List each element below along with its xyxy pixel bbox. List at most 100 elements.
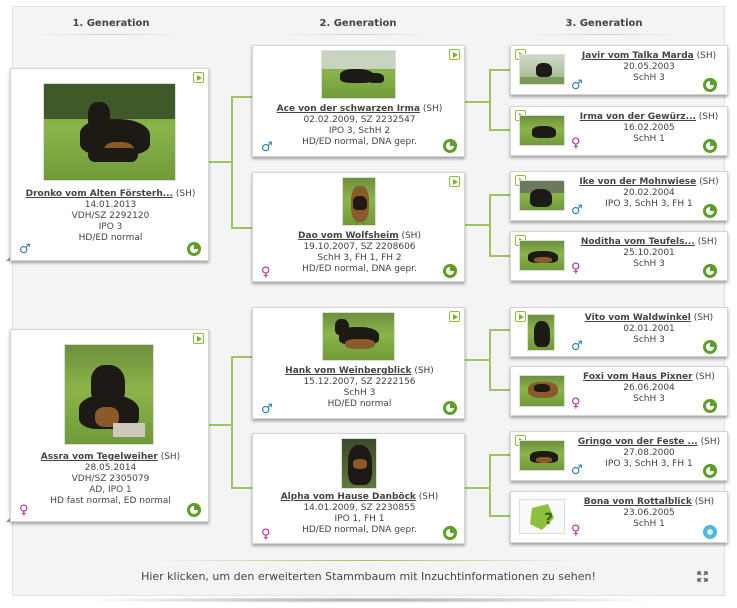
dog-name-link[interactable]: Alpha vom Hause Danböck <box>281 492 416 502</box>
dog-name-link[interactable]: Dao vom Wolfsheim <box>298 231 399 241</box>
card-corner <box>6 257 10 261</box>
male-symbol-icon: ♂ <box>261 140 273 155</box>
dog-card-gen2-3[interactable]: Hank vom Weinbergblick (SH) 15.12.2007, … <box>252 307 465 419</box>
footer-separator <box>153 560 583 561</box>
registry-label: (SH) <box>698 112 719 122</box>
dog-card-gen3-8[interactable]: ? Bona vom Rottalblick (SH) 23.06.2005 S… <box>510 491 728 543</box>
female-symbol-icon: ♀ <box>571 136 581 151</box>
pedigree-icon[interactable] <box>703 399 717 413</box>
dog-photo[interactable] <box>519 54 565 85</box>
dog-photo[interactable] <box>322 312 395 361</box>
registry-label: (SH) <box>694 497 715 507</box>
registry-label: (SH) <box>697 237 718 247</box>
dog-photo[interactable] <box>64 344 154 445</box>
dog-name-link[interactable]: Ace von der schwarzen Irma <box>277 104 420 114</box>
registry-label: (SH) <box>693 313 714 323</box>
dog-name-link[interactable]: Ike von der Mohnwiese <box>579 177 696 187</box>
dog-photo[interactable] <box>321 50 396 99</box>
dog-birth-registration: 14.01.2009, SZ 2230855 <box>303 503 416 513</box>
pedigree-icon[interactable] <box>443 264 457 278</box>
no-photo-placeholder-icon[interactable]: ? <box>519 499 565 534</box>
dog-birth-registration: 02.02.2009, SZ 2232547 <box>303 115 416 125</box>
pedigree-info-icon[interactable] <box>703 525 717 539</box>
play-icon[interactable] <box>449 176 460 187</box>
play-icon[interactable] <box>449 311 460 322</box>
dog-card-gen2-4[interactable]: Alpha vom Hause Danböck (SH) 14.01.2009,… <box>252 433 465 544</box>
frame-shadow <box>70 597 667 603</box>
dog-name-link[interactable]: Foxi vom Haus Pixner <box>583 372 693 382</box>
dog-name-link[interactable]: Irma von der Gewürz... <box>580 112 696 122</box>
pedigree-icon[interactable] <box>443 401 457 415</box>
dog-card-gen3-5[interactable]: Vito vom Waldwinkel (SH) 02.01.2001 SchH… <box>510 307 728 357</box>
dog-photo[interactable] <box>527 314 555 351</box>
pedigree-icon[interactable] <box>703 340 717 354</box>
dog-card-gen3-4[interactable]: Noditha vom Teufels... (SH) 25.10.2001 S… <box>510 231 728 281</box>
dog-name-link[interactable]: Noditha vom Teufels... <box>581 237 695 247</box>
pedigree-icon[interactable] <box>703 264 717 278</box>
pedigree-icon[interactable] <box>703 139 717 153</box>
dog-birth-date: 02.01.2001 <box>623 324 675 334</box>
dog-photo[interactable] <box>43 83 176 181</box>
dog-name-link[interactable]: Bona vom Rottalblick <box>584 497 692 507</box>
dog-health: HD fast normal, ED normal <box>50 496 171 506</box>
male-symbol-icon: ♂ <box>19 242 31 257</box>
male-symbol-icon: ♂ <box>571 203 583 218</box>
dog-card-gen3-6[interactable]: Foxi vom Haus Pixner (SH) 26.06.2004 Sch… <box>510 366 728 416</box>
female-symbol-icon: ♀ <box>19 503 29 518</box>
card-corner <box>6 518 10 522</box>
dog-card-gen2-1[interactable]: Ace von der schwarzen Irma (SH) 02.02.20… <box>252 45 465 157</box>
male-symbol-icon: ♂ <box>571 339 583 354</box>
dog-titles: IPO 3 <box>98 222 123 232</box>
dog-birth-date: 20.05.2003 <box>623 62 675 72</box>
dog-photo[interactable] <box>519 115 565 146</box>
female-symbol-icon: ♀ <box>261 265 271 280</box>
dog-card-gen3-7[interactable]: Gringo von der Feste ... (SH) 27.08.2000… <box>510 431 728 481</box>
pedigree-icon[interactable] <box>703 464 717 478</box>
pedigree-icon[interactable] <box>703 204 717 218</box>
registry-label: (SH) <box>401 231 421 241</box>
female-symbol-icon: ♀ <box>571 523 581 538</box>
dog-photo[interactable] <box>519 240 565 271</box>
dog-name-link[interactable]: Javir vom Talka Marda <box>582 51 694 61</box>
play-icon[interactable] <box>193 333 204 344</box>
dog-titles: SchH 3 <box>343 388 376 398</box>
dog-photo[interactable] <box>519 180 565 211</box>
dog-card-gen1-sire[interactable]: Dronko vom Alten Försterh... (SH) 14.01.… <box>10 68 209 261</box>
play-icon[interactable] <box>515 311 526 322</box>
play-icon[interactable] <box>449 49 460 60</box>
dog-card-gen2-2[interactable]: Dao vom Wolfsheim (SH) 19.10.2007, SZ 22… <box>252 172 465 282</box>
registry-label: (SH) <box>700 437 721 447</box>
dog-name-link[interactable]: Dronko vom Alten Försterh... <box>26 189 173 199</box>
dog-name-link[interactable]: Hank vom Weinbergblick <box>285 366 411 376</box>
registry-label: (SH) <box>422 104 443 114</box>
dog-name-link[interactable]: Assra vom Tegelweiher <box>41 452 158 462</box>
dog-photo[interactable] <box>341 438 377 489</box>
dog-card-gen1-dam[interactable]: Assra vom Tegelweiher (SH) 28.05.2014 VD… <box>10 329 209 522</box>
pedigree-icon[interactable] <box>187 242 201 256</box>
dog-health: HD/ED normal <box>78 233 143 243</box>
extended-pedigree-link[interactable]: Hier klicken, um den erweiterten Stammba… <box>13 570 724 583</box>
dog-birth-date: 25.10.2001 <box>623 248 675 258</box>
dog-photo[interactable] <box>519 440 565 471</box>
dog-name-link[interactable]: Vito vom Waldwinkel <box>585 313 691 323</box>
pedigree-icon[interactable] <box>187 503 201 517</box>
female-symbol-icon: ♀ <box>261 527 271 542</box>
play-icon[interactable] <box>193 72 204 83</box>
dog-card-gen3-3[interactable]: Ike von der Mohnwiese (SH) 20.02.2004 IP… <box>510 171 728 221</box>
pedigree-icon[interactable] <box>443 139 457 153</box>
svg-text:?: ? <box>544 509 553 528</box>
dog-name-link[interactable]: Gringo von der Feste ... <box>578 437 698 447</box>
dog-titles: IPO 1, FH 1 <box>334 514 385 524</box>
dog-birth-date: 14.01.2013 <box>84 200 137 210</box>
male-symbol-icon: ♂ <box>571 78 583 93</box>
pedigree-icon[interactable] <box>703 78 717 92</box>
dog-photo[interactable] <box>519 375 565 407</box>
dog-card-gen3-1[interactable]: Javir vom Talka Marda (SH) 20.05.2003 Sc… <box>510 45 728 95</box>
dog-titles: AD, IPO 1 <box>89 485 132 495</box>
dog-health: HD/ED normal <box>327 399 392 409</box>
dog-card-gen3-2[interactable]: Irma von der Gewürz... (SH) 16.02.2005 S… <box>510 106 728 156</box>
dog-photo[interactable] <box>342 177 376 226</box>
pedigree-icon[interactable] <box>443 526 457 540</box>
dog-titles: IPO 3, SchH 2 <box>328 126 391 136</box>
expand-icon[interactable] <box>697 571 708 582</box>
